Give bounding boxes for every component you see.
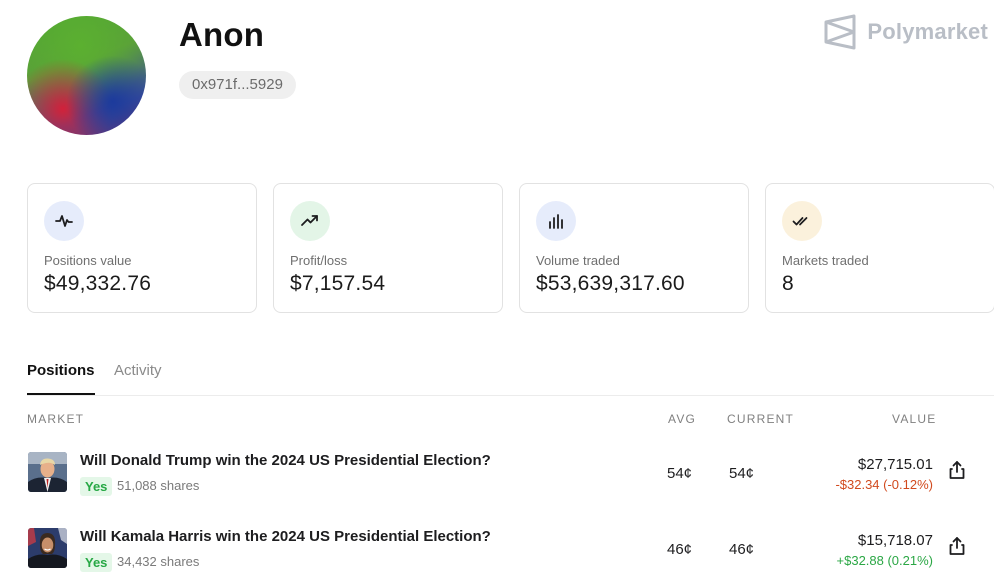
column-header-market[interactable]: MARKET: [27, 412, 84, 426]
value-change: +$32.88 (0.21%): [836, 553, 933, 568]
trend-up-icon: [290, 201, 330, 241]
stat-value: 8: [782, 272, 794, 295]
market-question[interactable]: Will Kamala Harris win the 2024 US Presi…: [80, 528, 491, 545]
avg-price: 54¢: [667, 465, 693, 482]
shares-count: 51,088 shares: [117, 478, 200, 493]
current-price: 54¢: [729, 465, 755, 482]
column-header-value[interactable]: VALUE: [892, 412, 936, 426]
market-thumbnail: [28, 528, 67, 568]
bar-chart-icon: [536, 201, 576, 241]
column-header-current[interactable]: CURRENT: [727, 412, 794, 426]
current-price: 46¢: [729, 541, 755, 558]
profile-name: Anon: [179, 16, 265, 53]
value-change: -$32.34 (-0.12%): [835, 477, 933, 492]
stat-label: Profit/loss: [290, 253, 348, 268]
stat-value: $7,157.54: [290, 272, 386, 295]
share-icon[interactable]: [947, 460, 967, 480]
brand-logo[interactable]: Polymarket: [823, 14, 988, 50]
stat-card-profit-loss: Profit/loss $7,157.54: [273, 183, 503, 313]
share-icon[interactable]: [947, 536, 967, 556]
outcome-badge: Yes: [80, 477, 113, 496]
profile-avatar: [27, 16, 146, 135]
position-value: $15,718.07: [857, 532, 933, 549]
stat-card-positions-value: Positions value $49,332.76: [27, 183, 257, 313]
avg-price: 46¢: [667, 541, 693, 558]
stat-value: $53,639,317.60: [536, 272, 685, 295]
stats-cards: Positions value $49,332.76 Profit/loss $…: [27, 183, 994, 313]
pulse-icon: [44, 201, 84, 241]
stat-value: $49,332.76: [44, 272, 152, 295]
shares-count: 34,432 shares: [117, 554, 200, 569]
stat-card-markets-traded: Markets traded 8: [765, 183, 994, 313]
market-thumbnail: [28, 452, 67, 492]
positions-table-header: MARKET AVG CURRENT VALUE: [0, 412, 994, 426]
stat-card-volume-traded: Volume traded $53,639,317.60: [519, 183, 749, 313]
brand-name: Polymarket: [867, 19, 988, 44]
table-row[interactable]: Will Donald Trump win the 2024 US Presid…: [0, 452, 994, 508]
market-question[interactable]: Will Donald Trump win the 2024 US Presid…: [80, 452, 491, 469]
double-check-icon: [782, 201, 822, 241]
tab-positions[interactable]: Positions: [27, 362, 95, 395]
polymarket-logo-icon: [824, 14, 856, 50]
stat-label: Markets traded: [782, 253, 869, 268]
position-value: $27,715.01: [857, 456, 933, 473]
outcome-badge: Yes: [80, 553, 113, 572]
tab-activity[interactable]: Activity: [114, 362, 162, 393]
wallet-address-chip[interactable]: 0x971f...5929: [179, 71, 296, 99]
stat-label: Volume traded: [536, 253, 620, 268]
stat-label: Positions value: [44, 253, 132, 268]
column-header-avg[interactable]: AVG: [668, 412, 696, 426]
table-row[interactable]: Will Kamala Harris win the 2024 US Presi…: [0, 528, 994, 580]
profile-tabs: Positions Activity: [27, 360, 994, 396]
